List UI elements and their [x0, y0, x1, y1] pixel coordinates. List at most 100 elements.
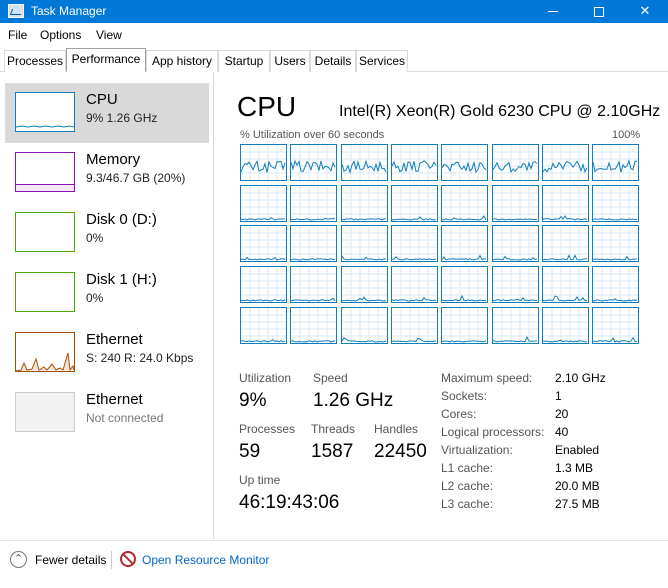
utilization-line [392, 216, 437, 221]
virtualization-value: Enabled [555, 443, 600, 457]
sidebar-item-memory[interactable]: Memory 9.3/46.7 GB (20%) [5, 143, 209, 203]
sidebar-item-disk-1[interactable]: Disk 1 (H:) 0% [5, 263, 209, 323]
tab-services[interactable]: Services [356, 50, 408, 72]
resource-monitor-icon[interactable] [120, 551, 136, 567]
l1-cache-label: L1 cache: [441, 461, 494, 475]
tab-startup[interactable]: Startup [218, 50, 270, 72]
utilization-line [442, 254, 487, 261]
maximize-button[interactable] [576, 0, 622, 23]
tab-processes[interactable]: Processes [4, 50, 66, 72]
sidebar-item-ethernet-2[interactable]: Ethernet Not connected [5, 383, 209, 443]
utilization-line [543, 160, 588, 174]
utilization-line [493, 296, 538, 302]
logical-processor-graph [290, 225, 337, 262]
sidebar-item-subtitle: S: 240 R: 24.0 Kbps [86, 351, 194, 365]
utilization-line [342, 337, 387, 343]
utilization-line [543, 215, 588, 221]
logical-processor-graph [391, 225, 438, 262]
logical-processors-value: 40 [555, 425, 569, 439]
sidebar-item-cpu[interactable]: CPU 9% 1.26 GHz [5, 83, 209, 143]
logical-processor-graph [441, 185, 488, 222]
tab-users[interactable]: Users [270, 50, 310, 72]
logical-processor-graph [542, 144, 589, 181]
menu-file[interactable]: File [8, 28, 27, 42]
disk-0-thumbnail-graph [15, 212, 75, 252]
logical-processor-graph [341, 185, 388, 222]
memory-thumbnail-graph [15, 152, 75, 192]
logical-processor-graph [592, 225, 639, 262]
l2-cache-value: 20.0 MB [555, 479, 600, 493]
logical-processor-graph [592, 266, 639, 303]
threads-label: Threads [311, 422, 356, 436]
utilization-line [442, 294, 487, 302]
logical-processor-graph [441, 144, 488, 181]
logical-processor-graph [240, 185, 287, 222]
sidebar-item-title: Disk 0 (D:) [86, 211, 157, 228]
sidebar-item-subtitle: 0% [86, 291, 104, 305]
logical-processor-graph [391, 307, 438, 344]
logical-processor-graph [492, 307, 539, 344]
tab-app-history[interactable]: App history [146, 50, 218, 72]
fewer-details-button[interactable]: Fewer details [35, 553, 106, 567]
logical-processor-graph [492, 185, 539, 222]
utilization-line [392, 256, 437, 261]
uptime-value: 46:19:43:06 [239, 492, 340, 513]
graph-max-label: 100% [612, 129, 641, 141]
tab-details[interactable]: Details [310, 50, 356, 72]
task-manager-icon [8, 4, 24, 18]
ethernet-thumbnail-line [15, 352, 75, 372]
sidebar-item-subtitle: 9% 1.26 GHz [86, 111, 158, 125]
menu-view[interactable]: View [96, 28, 122, 42]
logical-processor-graph [290, 307, 337, 344]
logical-processor-graph [391, 185, 438, 222]
chevron-up-icon[interactable]: ⌃ [10, 551, 27, 568]
sidebar-item-disk-0[interactable]: Disk 0 (D:) 0% [5, 203, 209, 263]
open-resource-monitor-link[interactable]: Open Resource Monitor [142, 553, 269, 567]
max-speed-value: 2.10 GHz [555, 371, 606, 385]
utilization-line [543, 339, 588, 343]
sidebar-item-title: CPU [86, 91, 118, 108]
tab-bar: Processes Performance App history Startu… [0, 47, 668, 72]
utilization-line [241, 339, 286, 343]
utilization-line [392, 296, 437, 302]
utilization-line [291, 258, 336, 261]
utilization-value: 9% [239, 390, 267, 411]
logical-processor-graph [592, 185, 639, 222]
utilization-line [493, 161, 538, 174]
logical-processor-graph [341, 307, 388, 344]
logical-processor-graph [592, 144, 639, 181]
utilization-line [543, 295, 588, 302]
processes-value: 59 [239, 441, 261, 462]
window-title: Task Manager [31, 4, 107, 18]
sidebar-item-title: Disk 1 (H:) [86, 271, 157, 288]
utilization-line [442, 160, 487, 174]
utilization-line [342, 218, 387, 221]
close-button[interactable]: ✕ [622, 0, 668, 23]
tab-performance[interactable]: Performance [66, 48, 146, 72]
logical-processor-graph [542, 307, 589, 344]
footer: ⌃ Fewer details Open Resource Monitor [0, 540, 668, 588]
utilization-line [593, 218, 638, 221]
menu-options[interactable]: Options [40, 28, 81, 42]
cpu-model-name: Intel(R) Xeon(R) Gold 6230 CPU @ 2.10GHz [339, 103, 661, 120]
sidebar-item-ethernet-1[interactable]: Ethernet S: 240 R: 24.0 Kbps [5, 323, 209, 383]
utilization-line [241, 217, 286, 221]
logical-processor-graph [542, 266, 589, 303]
utilization-line [593, 298, 638, 302]
utilization-line [241, 256, 286, 261]
utilization-line [342, 296, 387, 302]
logical-processor-graph [240, 266, 287, 303]
ethernet-thumbnail-graph [15, 332, 75, 372]
utilization-line [342, 159, 387, 175]
logical-processor-graph [492, 225, 539, 262]
utilization-line [493, 255, 538, 261]
minimize-button[interactable] [530, 0, 576, 23]
logical-processor-graph [290, 266, 337, 303]
logical-processor-graph [492, 144, 539, 181]
sidebar-item-title: Ethernet [86, 391, 143, 408]
ethernet-2-thumbnail-graph [15, 392, 75, 432]
resource-list: CPU 9% 1.26 GHz Memory 9.3/46.7 GB (20%)… [0, 72, 214, 539]
logical-processors-label: Logical processors: [441, 425, 545, 439]
footer-divider [111, 551, 112, 569]
close-icon: ✕ [639, 3, 651, 18]
